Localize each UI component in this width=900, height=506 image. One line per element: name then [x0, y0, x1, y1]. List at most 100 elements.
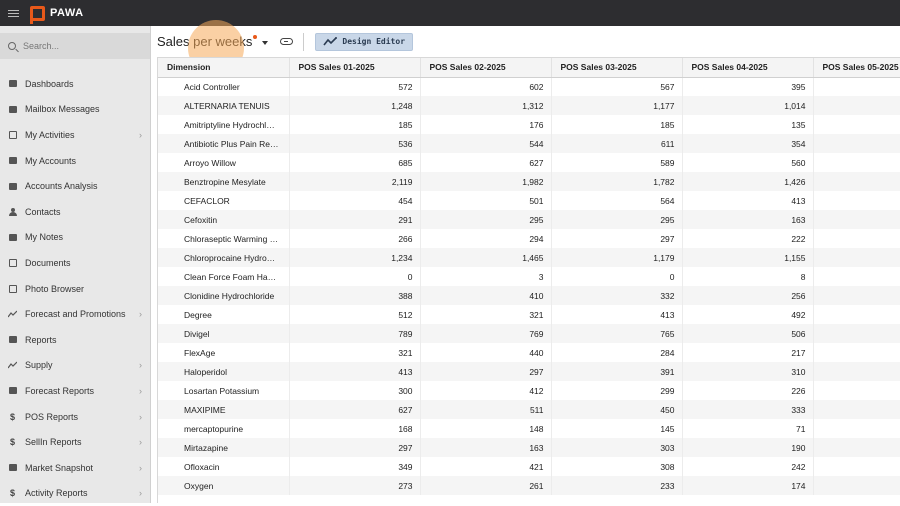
table-row[interactable]: Mirtazapine297163303190 — [158, 438, 900, 457]
sidebar-item-forecast-reports[interactable]: Forecast Reports› — [0, 378, 150, 404]
column-header-pos-sales[interactable]: POS Sales 03-2025 — [551, 58, 682, 77]
value-cell: 544 — [420, 134, 551, 153]
table-row[interactable]: mercaptopurine16814814571 — [158, 419, 900, 438]
table-row[interactable]: Clonidine Hydrochloride388410332256 — [158, 286, 900, 305]
chevron-right-icon: › — [139, 360, 142, 370]
sidebar-item-reports[interactable]: Reports — [0, 327, 150, 353]
table-row[interactable]: Clean Force Foam Ha…0308 — [158, 267, 900, 286]
value-cell: 506 — [682, 324, 813, 343]
value-cell: 1,179 — [551, 248, 682, 267]
calendar-icon — [8, 131, 17, 139]
link-icon[interactable] — [280, 38, 293, 45]
column-header-pos-sales[interactable]: POS Sales 05-2025 — [813, 58, 900, 77]
sidebar-item-my-notes[interactable]: My Notes — [0, 225, 150, 251]
value-cell: 560 — [682, 153, 813, 172]
dimension-cell: Oxygen — [158, 476, 289, 495]
dimension-cell: Amitriptyline Hydrochl… — [158, 115, 289, 134]
dimension-cell: CEFACLOR — [158, 191, 289, 210]
value-cell: 163 — [420, 438, 551, 457]
table-row[interactable]: MAXIPIME627511450333 — [158, 400, 900, 419]
table-row[interactable]: Arroyo Willow685627589560 — [158, 153, 900, 172]
sidebar-item-dashboards[interactable]: Dashboards — [0, 71, 150, 97]
column-header-pos-sales[interactable]: POS Sales 01-2025 — [289, 58, 420, 77]
dollar-icon: $ — [8, 413, 17, 421]
line-chart-icon — [323, 37, 337, 46]
column-header-pos-sales[interactable]: POS Sales 02-2025 — [420, 58, 551, 77]
value-cell — [813, 77, 900, 96]
sidebar-item-supply[interactable]: Supply › — [0, 353, 150, 379]
sidebar-item-contacts[interactable]: Contacts — [0, 199, 150, 225]
notes-icon — [8, 233, 17, 241]
table-row[interactable]: Degree512321413492 — [158, 305, 900, 324]
value-cell — [813, 248, 900, 267]
value-cell — [813, 115, 900, 134]
value-cell: 589 — [551, 153, 682, 172]
value-cell: 174 — [682, 476, 813, 495]
sidebar-item-market-snapshot[interactable]: Market Snapshot› — [0, 455, 150, 481]
value-cell: 413 — [551, 305, 682, 324]
page-title[interactable]: Sales per weeks — [157, 34, 252, 49]
sidebar-item-pos-reports[interactable]: $POS Reports› — [0, 404, 150, 430]
dimension-cell: Chloroprocaine Hydro… — [158, 248, 289, 267]
sidebar-item-forecast-and-promotions[interactable]: Forecast and Promotions› — [0, 301, 150, 327]
sidebar-item-label: My Accounts — [25, 156, 76, 166]
value-cell: 3 — [420, 267, 551, 286]
dimension-cell: Clonidine Hydrochloride — [158, 286, 289, 305]
value-cell: 310 — [682, 362, 813, 381]
table-row[interactable]: Cefoxitin291295295163 — [158, 210, 900, 229]
value-cell: 226 — [682, 381, 813, 400]
table-row[interactable]: Acid Controller572602567395 — [158, 77, 900, 96]
chevron-right-icon: › — [139, 488, 142, 498]
value-cell: 148 — [420, 419, 551, 438]
table-row[interactable]: Chloraseptic Warming …266294297222 — [158, 229, 900, 248]
value-cell: 297 — [551, 229, 682, 248]
search-box[interactable]: Search... — [0, 33, 150, 59]
table-row[interactable]: Chloroprocaine Hydro…1,2341,4651,1791,15… — [158, 248, 900, 267]
title-dropdown-icon[interactable] — [262, 41, 268, 45]
sidebar-item-sellin-reports[interactable]: $SellIn Reports› — [0, 429, 150, 455]
sidebar-item-label: Contacts — [25, 207, 61, 217]
value-cell: 567 — [551, 77, 682, 96]
design-editor-button[interactable]: Design Editor — [315, 33, 413, 51]
table-row[interactable]: Oxygen273261233174 — [158, 476, 900, 495]
design-editor-label: Design Editor — [342, 37, 405, 46]
table-row[interactable]: Ofloxacin349421308242 — [158, 457, 900, 476]
sidebar-item-accounts-analysis[interactable]: Accounts Analysis — [0, 173, 150, 199]
value-cell: 536 — [289, 134, 420, 153]
sidebar-item-photo-browser[interactable]: Photo Browser — [0, 276, 150, 302]
value-cell: 185 — [289, 115, 420, 134]
table-row[interactable]: Benztropine Mesylate2,1191,9821,7821,426 — [158, 172, 900, 191]
table-row[interactable]: Amitriptyline Hydrochl…185176185135 — [158, 115, 900, 134]
table-row[interactable]: Antibiotic Plus Pain Re…536544611354 — [158, 134, 900, 153]
value-cell: 354 — [682, 134, 813, 153]
dimension-cell: ALTERNARIA TENUIS — [158, 96, 289, 115]
value-cell — [813, 229, 900, 248]
top-bar: PAWA — [0, 0, 900, 26]
app-logo[interactable]: PAWA — [30, 6, 84, 21]
sidebar-item-mailbox-messages[interactable]: Mailbox Messages — [0, 97, 150, 123]
column-header-pos-sales[interactable]: POS Sales 04-2025 — [682, 58, 813, 77]
table-row[interactable]: Divigel789769765506 — [158, 324, 900, 343]
column-header-dimension[interactable]: Dimension — [158, 58, 289, 77]
sidebar-item-activity-reports[interactable]: $Activity Reports› — [0, 481, 150, 506]
dollar-icon: $ — [8, 438, 17, 446]
value-cell: 332 — [551, 286, 682, 305]
report-toolbar: Sales per weeks Design Editor — [151, 26, 900, 57]
table-row[interactable]: CEFACLOR454501564413 — [158, 191, 900, 210]
sidebar-item-my-activities[interactable]: My Activities› — [0, 122, 150, 148]
sidebar-item-documents[interactable]: Documents — [0, 250, 150, 276]
value-cell — [813, 419, 900, 438]
search-input[interactable]: Search... — [23, 41, 59, 51]
hamburger-menu-icon[interactable] — [0, 0, 26, 26]
table-row[interactable]: Haloperidol413297391310 — [158, 362, 900, 381]
table-row[interactable]: Losartan Potassium300412299226 — [158, 381, 900, 400]
sidebar-item-label: Supply — [25, 360, 53, 370]
dimension-cell: Haloperidol — [158, 362, 289, 381]
value-cell — [813, 343, 900, 362]
table-row[interactable]: FlexAge321440284217 — [158, 343, 900, 362]
data-grid: DimensionPOS Sales 01-2025POS Sales 02-2… — [157, 57, 900, 503]
value-cell: 1,014 — [682, 96, 813, 115]
table-row[interactable]: ALTERNARIA TENUIS1,2481,3121,1771,014 — [158, 96, 900, 115]
sidebar-item-my-accounts[interactable]: My Accounts — [0, 148, 150, 174]
value-cell: 440 — [420, 343, 551, 362]
